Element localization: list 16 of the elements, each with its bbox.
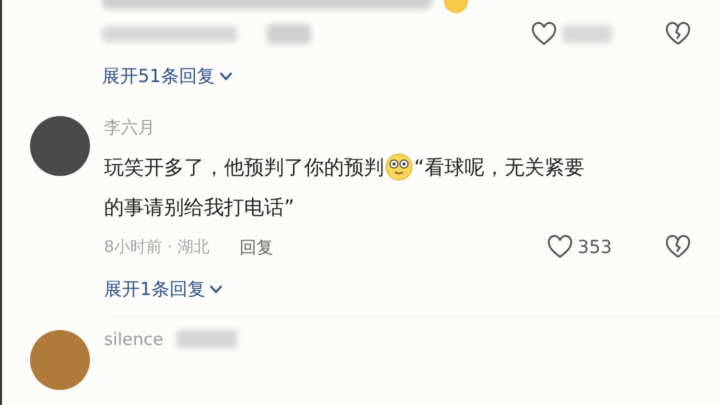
smiley-emoji-icon — [384, 152, 414, 182]
comment-text: 的事请别给我打电话” — [104, 195, 294, 219]
blurred-text — [177, 330, 238, 348]
comment-time-location: 8小时前 · 湖北 — [104, 236, 210, 258]
blurred-text — [562, 25, 612, 43]
heart-icon[interactable] — [530, 20, 558, 48]
chevron-down-icon — [209, 284, 224, 294]
comment-text: “看球呢，无关紧要 — [414, 154, 584, 181]
reply-button[interactable]: 回复 — [239, 236, 274, 258]
expand-replies-link[interactable]: 展开1条回复 — [104, 277, 692, 301]
like-count: 353 — [578, 236, 612, 258]
expand-replies-link[interactable]: 展开51条回复 — [102, 64, 233, 88]
comment-text: 玩笑开多了，他预判了你的预判 — [104, 154, 384, 181]
blurred-text — [267, 24, 311, 44]
heart-icon[interactable] — [546, 233, 574, 261]
chevron-down-icon — [218, 71, 233, 81]
